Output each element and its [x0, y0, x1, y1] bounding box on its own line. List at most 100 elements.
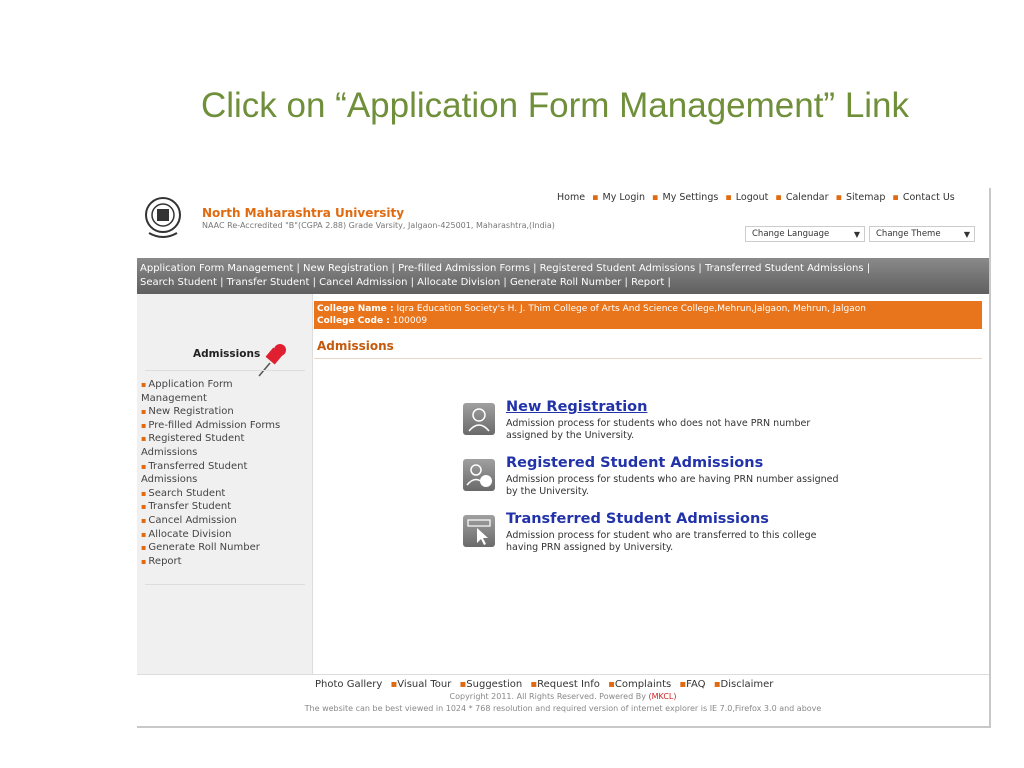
change-language-label: Change Language [752, 229, 830, 239]
my-login-link[interactable]: My Login [603, 192, 645, 203]
sidebar-item-search-student[interactable]: ▪ Search Student [141, 487, 291, 501]
sidebar-title: Admissions [193, 348, 261, 360]
photo-gallery-link[interactable]: Photo Gallery [315, 679, 382, 690]
sidebar-item-generate-roll-number[interactable]: ▪ Generate Roll Number [141, 541, 291, 555]
bullet-icon: ▪ [141, 529, 147, 539]
bullet-icon: ▪ [141, 488, 147, 498]
nav-new-registration[interactable]: New Registration [303, 263, 388, 274]
change-language-select[interactable]: Change Language ▼ [745, 226, 865, 242]
complaints-link[interactable]: Complaints [615, 679, 671, 690]
sidebar-item-application-form-management[interactable]: ▪ Application Form Management [141, 378, 291, 405]
college-code-value: 100009 [392, 316, 428, 326]
home-link[interactable]: Home [557, 192, 585, 203]
college-name-label: College Name : [317, 304, 394, 314]
nav-transfer-student[interactable]: Transfer Student [227, 277, 310, 288]
mkcl-link[interactable]: (MKCL) [648, 692, 676, 701]
college-code-label: College Code : [317, 316, 390, 326]
nav-generate-roll-number[interactable]: Generate Roll Number [510, 277, 621, 288]
site-header: North Maharashtra University NAAC Re-Acc… [137, 188, 989, 252]
new-registration-description: Admission process for students who does … [506, 418, 811, 441]
sidebar-item-label: Transfer Student [148, 501, 232, 513]
slide-title: Click on “Application Form Management” L… [200, 86, 910, 125]
logout-link[interactable]: Logout [736, 192, 769, 203]
nav-separator: | [391, 263, 395, 274]
nav-application-form-management[interactable]: Application Form Management [140, 263, 293, 274]
request-info-link[interactable]: Request Info [537, 679, 600, 690]
user-icon[interactable] [463, 403, 495, 435]
nav-cancel-admission[interactable]: Cancel Admission [319, 277, 407, 288]
nav-search-student[interactable]: Search Student [140, 277, 217, 288]
nav-transferred-student-admissions[interactable]: Transferred Student Admissions [705, 263, 864, 274]
top-links: Home ▪ My Login ▪ My Settings ▪ Logout ▪ Cal… [557, 192, 959, 203]
divider [145, 584, 305, 585]
sidebar-item-label: Generate Roll Number [148, 542, 260, 554]
nav-separator: | [296, 263, 300, 274]
change-theme-label: Change Theme [876, 229, 941, 239]
sidebar-item-label: Allocate Division [148, 528, 232, 540]
sidebar-menu: ▪ Application Form Management ▪ New Regist… [141, 378, 291, 568]
nav-separator: | [624, 277, 628, 288]
sidebar-item-label: Pre-filled Admission Forms [148, 419, 281, 431]
resolution-note: The website can be best viewed in 1024 *… [304, 704, 822, 713]
sidebar-item-label: Application Form Management [141, 379, 233, 404]
nav-registered-student-admissions[interactable]: Registered Student Admissions [540, 263, 696, 274]
registered-student-admissions-link[interactable]: Registered Student Admissions [506, 455, 763, 471]
footer-links: Photo Gallery ▪Visual Tour ▪Suggestion ▪… [315, 679, 773, 690]
bullet-icon: ▪ [141, 434, 147, 444]
nav-allocate-division[interactable]: Allocate Division [417, 277, 500, 288]
bullet-icon: ▪ [141, 556, 147, 566]
my-settings-link[interactable]: My Settings [663, 192, 719, 203]
sidebar-item-cancel-admission[interactable]: ▪ Cancel Admission [141, 514, 291, 528]
sitemap-link[interactable]: Sitemap [846, 192, 885, 203]
pushpin-icon [258, 344, 286, 377]
registered-student-admissions-description: Admission process for students who are h… [506, 474, 839, 497]
sidebar-item-registered-student-admissions[interactable]: ▪ Registered Student Admissions [141, 432, 291, 459]
transferred-student-admissions-link[interactable]: Transferred Student Admissions [506, 511, 769, 527]
bullet-icon: ▪ [141, 461, 147, 471]
college-name-value: Iqra Education Society's H. J. Thim Coll… [396, 304, 866, 314]
nav-separator: | [220, 277, 224, 288]
nav-separator: | [312, 277, 316, 288]
disclaimer-link[interactable]: Disclaimer [721, 679, 774, 690]
new-registration-link[interactable]: New Registration [506, 399, 647, 415]
chevron-down-icon: ▼ [853, 230, 860, 239]
bullet-icon: ▪ [725, 192, 732, 203]
browser-screenshot: North Maharashtra University NAAC Re-Acc… [137, 188, 991, 728]
sidebar-item-transferred-student-admissions[interactable]: ▪ Transferred Student Admissions [141, 460, 291, 487]
nav-separator: | [410, 277, 414, 288]
sidebar-item-pre-filled-admission-forms[interactable]: ▪ Pre-filled Admission Forms [141, 419, 291, 433]
sidebar-item-report[interactable]: ▪ Report [141, 555, 291, 569]
chevron-down-icon: ▼ [963, 230, 970, 239]
sidebar-item-allocate-division[interactable]: ▪ Allocate Division [141, 528, 291, 542]
bullet-icon: ▪ [608, 679, 615, 690]
main-heading: Admissions [317, 339, 394, 353]
sidebar-item-label: Transferred Student Admissions [141, 460, 248, 486]
divider [145, 370, 305, 371]
university-name[interactable]: North Maharashtra University [202, 206, 404, 220]
suggestion-link[interactable]: Suggestion [466, 679, 522, 690]
college-info-bar: College Name : Iqra Education Society's … [314, 301, 982, 329]
nav-report[interactable]: Report [631, 277, 664, 288]
nav-pre-filled-admission-forms[interactable]: Pre-filled Admission Forms [398, 263, 530, 274]
calendar-link[interactable]: Calendar [786, 192, 829, 203]
faq-link[interactable]: FAQ [686, 679, 705, 690]
divider [314, 358, 982, 359]
prn-user-icon[interactable] [463, 459, 495, 491]
nav-separator: | [866, 263, 871, 274]
nav-separator: | [698, 263, 702, 274]
bullet-icon: ▪ [141, 515, 147, 525]
sidebar-item-label: Report [148, 555, 182, 567]
cursor-pointer-icon[interactable] [463, 515, 495, 547]
sidebar-item-label: Cancel Admission [148, 514, 237, 526]
bullet-icon: ▪ [892, 192, 899, 203]
bullet-icon: ▪ [141, 502, 147, 512]
transferred-student-admissions-description: Admission process for student who are tr… [506, 530, 817, 553]
bullet-icon: ▪ [141, 420, 147, 430]
change-theme-select[interactable]: Change Theme ▼ [869, 226, 975, 242]
sidebar-item-transfer-student[interactable]: ▪ Transfer Student [141, 500, 291, 514]
sidebar-item-label: Search Student [148, 487, 226, 499]
visual-tour-link[interactable]: Visual Tour [397, 679, 451, 690]
contact-us-link[interactable]: Contact Us [903, 192, 955, 203]
sidebar-item-label: Registered Student Admissions [141, 433, 245, 458]
sidebar-item-new-registration[interactable]: ▪ New Registration [141, 405, 291, 419]
